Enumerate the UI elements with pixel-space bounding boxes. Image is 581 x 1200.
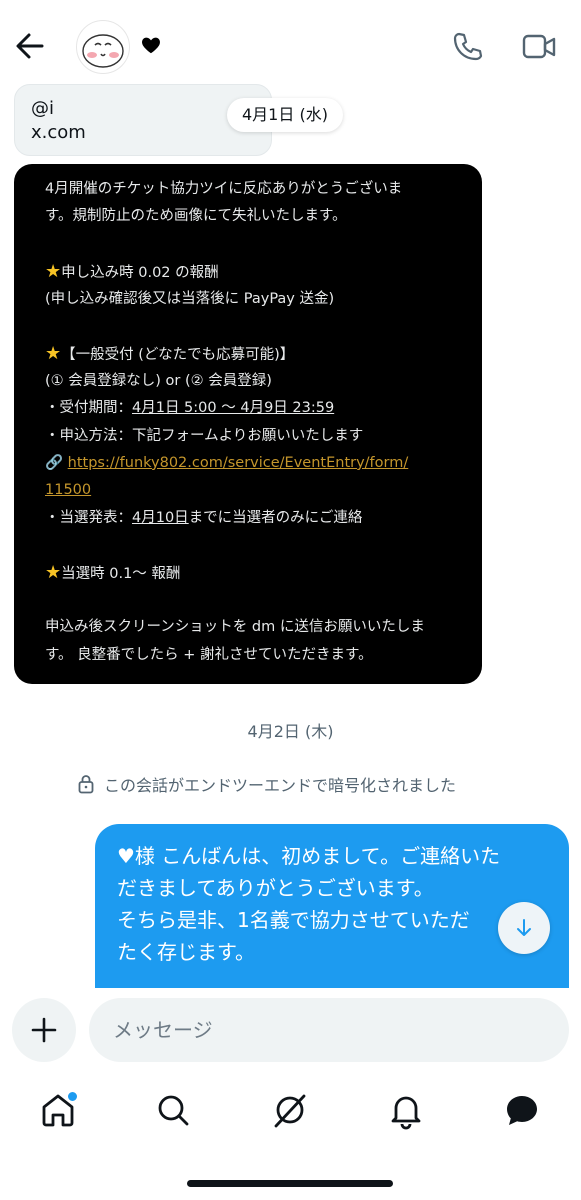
- message-line: (① 会員登録なし) or (② 会員登録): [45, 372, 272, 389]
- entry-form-link-cont[interactable]: 11500: [45, 482, 91, 498]
- video-icon: [522, 34, 556, 59]
- message-line: 4月開催のチケット協力ツイに反応ありがとうございま: [45, 181, 403, 197]
- notification-dot: [66, 1090, 79, 1103]
- entry-form-link[interactable]: https://funky802.com/service/EventEntry/…: [68, 455, 409, 471]
- message-link-line[interactable]: 11500: [45, 477, 456, 504]
- message-line: ・受付期間：4月1日 5:00 〜 4月9日 23:59: [45, 400, 335, 417]
- incoming-message-bubble[interactable]: 4月開催のチケット協力ツイに反応ありがとうございま す。規制防止のため画像にて失…: [14, 164, 482, 684]
- encryption-notice: この会話がエンドツーエンドで暗号化されました: [78, 772, 456, 796]
- nav-grok[interactable]: [270, 1090, 310, 1130]
- star-icon: ★: [45, 261, 62, 283]
- phone-icon: [453, 32, 483, 61]
- arrow-left-icon: [16, 33, 44, 59]
- message-line: ★当選時 0.1〜 報酬: [45, 562, 181, 584]
- date-separator: 4月2日 (木): [247, 722, 334, 741]
- star-icon: ★: [45, 343, 62, 365]
- outgoing-message-bubble[interactable]: ♥様 こんばんは、初めまして。ご連絡いた だきましてありがとうございます。 そち…: [95, 824, 569, 999]
- heart-icon: [140, 34, 162, 56]
- add-attachment-button[interactable]: [12, 998, 76, 1062]
- nav-search[interactable]: [153, 1090, 193, 1130]
- message-line: ★【一般受付 (どなたでも応募可能)】: [45, 343, 295, 365]
- lock-icon: [78, 775, 94, 794]
- message-line: そちら是非、1名義で協力させていただ: [117, 908, 470, 932]
- preview-handle: @i: [31, 98, 55, 119]
- message-line: す。 良整番でしたら + 謝礼させていただきます。: [45, 646, 373, 663]
- call-button[interactable]: [450, 30, 484, 64]
- nav-notifications[interactable]: [386, 1090, 426, 1130]
- link-icon: 🔗: [45, 454, 68, 471]
- encryption-text: この会話がエンドツーエンドで暗号化されました: [104, 776, 457, 795]
- message-line: ♥様 こんばんは、初めまして。ご連絡いた: [117, 844, 501, 868]
- avatar-drawing: [82, 34, 124, 68]
- video-call-button[interactable]: [522, 32, 556, 62]
- plus-icon: [31, 1017, 57, 1043]
- message-line: ★申し込み時 0.02 の報酬: [45, 261, 219, 283]
- grok-icon: [274, 1094, 306, 1128]
- message-line: (申し込み確認後又は当落後に PayPay 送金): [45, 290, 335, 307]
- scroll-to-bottom-button[interactable]: [498, 902, 550, 954]
- message-line: 申込み後スクリーンショットを dm に送信お願いいたしま: [45, 619, 425, 636]
- message-line: たく存じます。: [117, 940, 255, 964]
- message-line: す。規制防止のため画像にて失礼いたします。: [45, 208, 347, 225]
- back-button[interactable]: [14, 30, 46, 62]
- message-line: ・当選発表：4月10日までに当選者のみにご連絡: [45, 509, 363, 526]
- message-link-line[interactable]: 🔗 https://funky802.com/service/EventEntr…: [45, 450, 456, 477]
- user-avatar[interactable]: [76, 20, 130, 74]
- arrow-down-icon: [517, 919, 531, 936]
- preview-domain: x.com: [31, 122, 86, 143]
- star-icon: ★: [45, 562, 62, 584]
- messages-icon: [507, 1096, 537, 1125]
- message-line: ・申込方法：下記フォームよりお願いいたします: [45, 427, 364, 444]
- search-icon: [158, 1095, 189, 1126]
- date-separator-pill: 4月1日 (水): [227, 98, 343, 132]
- nav-messages[interactable]: [502, 1090, 542, 1130]
- message-line: だきましてありがとうございます。: [117, 876, 434, 900]
- message-input[interactable]: [89, 998, 569, 1062]
- home-indicator: [187, 1180, 393, 1187]
- bell-icon: [391, 1096, 421, 1130]
